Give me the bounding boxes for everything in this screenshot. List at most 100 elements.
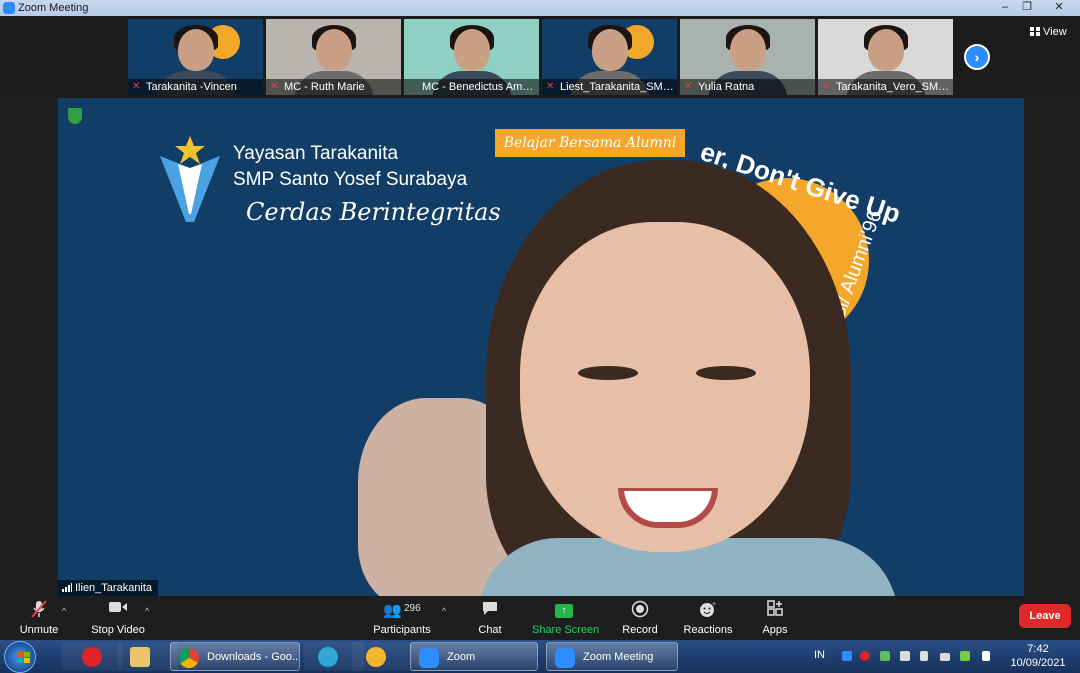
view-button[interactable]: View [1030,26,1067,38]
mic-muted-icon: ✕ [132,81,141,92]
meeting-toolbar: Unmute ^ Stop Video ^ 👥 296 Participants … [0,596,1080,640]
share-screen-icon: ↑ [555,604,573,618]
app-tray-icon[interactable] [880,651,890,661]
motto: Cerdas Berintegritas [246,198,501,226]
mic-muted-icon: ✕ [684,81,693,92]
record-label: Record [622,624,658,636]
opera-tray-icon[interactable] [860,651,870,661]
participant-face [178,29,214,71]
view-label: View [1043,26,1067,38]
windows-logo-icon [17,652,31,664]
participant-name-tag: ✕ Tarakanita_Vero_SMP... [818,79,953,95]
next-page-button[interactable]: › [964,44,990,70]
participants-button[interactable]: 👥 296 Participants [372,600,432,636]
speaker-name-tag: Ilien_Tarakanita [58,580,159,596]
leave-button[interactable]: Leave [1019,604,1071,628]
clock-date: 10/09/2021 [1010,657,1066,669]
active-speaker-video: Yayasan Tarakanita SMP Santo Yosef Surab… [58,98,1024,596]
action-center-flag-icon[interactable] [982,651,990,661]
apps-label: Apps [762,624,788,636]
chrome-icon [179,648,199,668]
participant-tile[interactable]: ✕ Tarakanita_Vero_SMP... [818,19,953,95]
chat-label: Chat [478,624,502,636]
apps-button[interactable]: Apps [760,600,790,636]
chat-button[interactable]: Chat [474,600,506,636]
taskbar-window-button[interactable]: Downloads - Goo... [170,642,300,671]
unmute-label: Unmute [19,624,59,636]
video-camera-icon [90,600,146,618]
stop-video-label: Stop Video [91,624,145,636]
gallery-strip: View ✕ Tarakanita -Vincen ✕ MC - Ruth Marie… [0,16,1080,98]
video-options-caret-icon[interactable]: ^ [145,606,149,616]
device-tray-icon[interactable] [900,651,910,661]
close-button[interactable]: ✕ [1044,0,1074,15]
participant-name: MC - Benedictus Amadeus [422,81,539,93]
taskbar-window-button[interactable]: Zoom Meeting [546,642,678,671]
record-button[interactable]: Record [620,600,660,636]
participant-name: Yulia Ratna [698,81,755,93]
participant-name-tag: MC - Benedictus Amadeus [404,79,539,95]
start-button[interactable] [4,641,36,673]
file-explorer-taskbar-button[interactable] [118,642,178,671]
signal-strength-icon [62,583,72,592]
title-bar: Zoom Meeting – ❐ ✕ [0,0,1080,16]
participant-name-tag: ✕ Yulia Ratna [680,79,815,95]
zoom-icon [555,648,575,668]
record-icon [620,600,660,618]
participant-face [316,29,352,71]
network-signal-icon[interactable] [940,653,950,661]
zoom-tray-icon[interactable] [842,651,852,661]
smiley-plus-icon: + [683,600,733,618]
zoom-icon [419,648,439,668]
zoom-app-icon [3,2,15,14]
system-clock[interactable]: 7:42 10/09/2021 [1008,642,1068,670]
stop-video-button[interactable]: Stop Video [90,600,146,636]
participant-name: MC - Ruth Marie [284,81,365,93]
audio-options-caret-icon[interactable]: ^ [62,606,66,616]
participant-tile[interactable]: ✕ Yulia Ratna [680,19,815,95]
input-language[interactable]: IN [814,649,825,661]
restore-button[interactable]: ❐ [1012,0,1042,15]
participant-face [730,29,766,71]
mic-muted-icon: ✕ [822,81,831,92]
window-title: Zoom Meeting [18,2,89,14]
edge-icon [318,647,338,667]
share-screen-button[interactable]: ↑ Share Screen [532,600,599,636]
participant-name: Tarakanita_Vero_SMP... [836,81,953,93]
opera-icon [82,647,102,667]
participants-label: Participants [373,624,431,636]
unmute-button[interactable]: Unmute [18,600,60,636]
svg-text:+: + [712,601,716,608]
opera-taskbar-button[interactable] [62,642,122,671]
participants-caret-icon[interactable]: ^ [442,606,446,616]
reactions-label: Reactions [683,624,733,636]
speaker-eye [696,366,756,380]
participant-name: Tarakanita -Vincen [146,81,237,93]
participant-face [454,29,490,71]
participant-count: 296 [404,603,421,614]
taskbar-window-label: Zoom [447,651,476,663]
taskbar-window-label: Zoom Meeting [583,651,654,663]
participant-tile[interactable]: ✕ Tarakanita -Vincen [128,19,263,95]
participant-face [868,29,904,71]
browser-taskbar-button[interactable] [352,642,412,671]
grid-icon [1030,27,1040,36]
volume-icon[interactable] [920,651,928,661]
windows-taskbar: Downloads - Goo... Zoom Zoom Meeting IN 7:… [0,640,1080,673]
event-banner: Belajar Bersama Alumni [495,129,685,157]
taskbar-window-button[interactable]: Zoom [410,642,538,671]
security-tray-icon[interactable] [960,651,970,661]
apps-icon [760,600,790,618]
folder-icon [130,647,150,667]
participant-tile[interactable]: MC - Benedictus Amadeus [404,19,539,95]
reactions-button[interactable]: + Reactions [683,600,733,636]
school-name: SMP Santo Yosef Surabaya [233,169,468,190]
mic-muted-icon: ✕ [546,81,555,92]
org-name: Yayasan Tarakanita [233,143,399,164]
participant-name-tag: ✕ Tarakanita -Vincen [128,79,263,95]
chat-bubble-icon [474,600,506,618]
participant-tile[interactable]: ✕ MC - Ruth Marie [266,19,401,95]
participant-tile[interactable]: ✕ Liest_Tarakanita_SMP ... [542,19,677,95]
participant-name: Liest_Tarakanita_SMP ... [560,81,677,93]
participants-icon: 👥 [383,602,402,619]
